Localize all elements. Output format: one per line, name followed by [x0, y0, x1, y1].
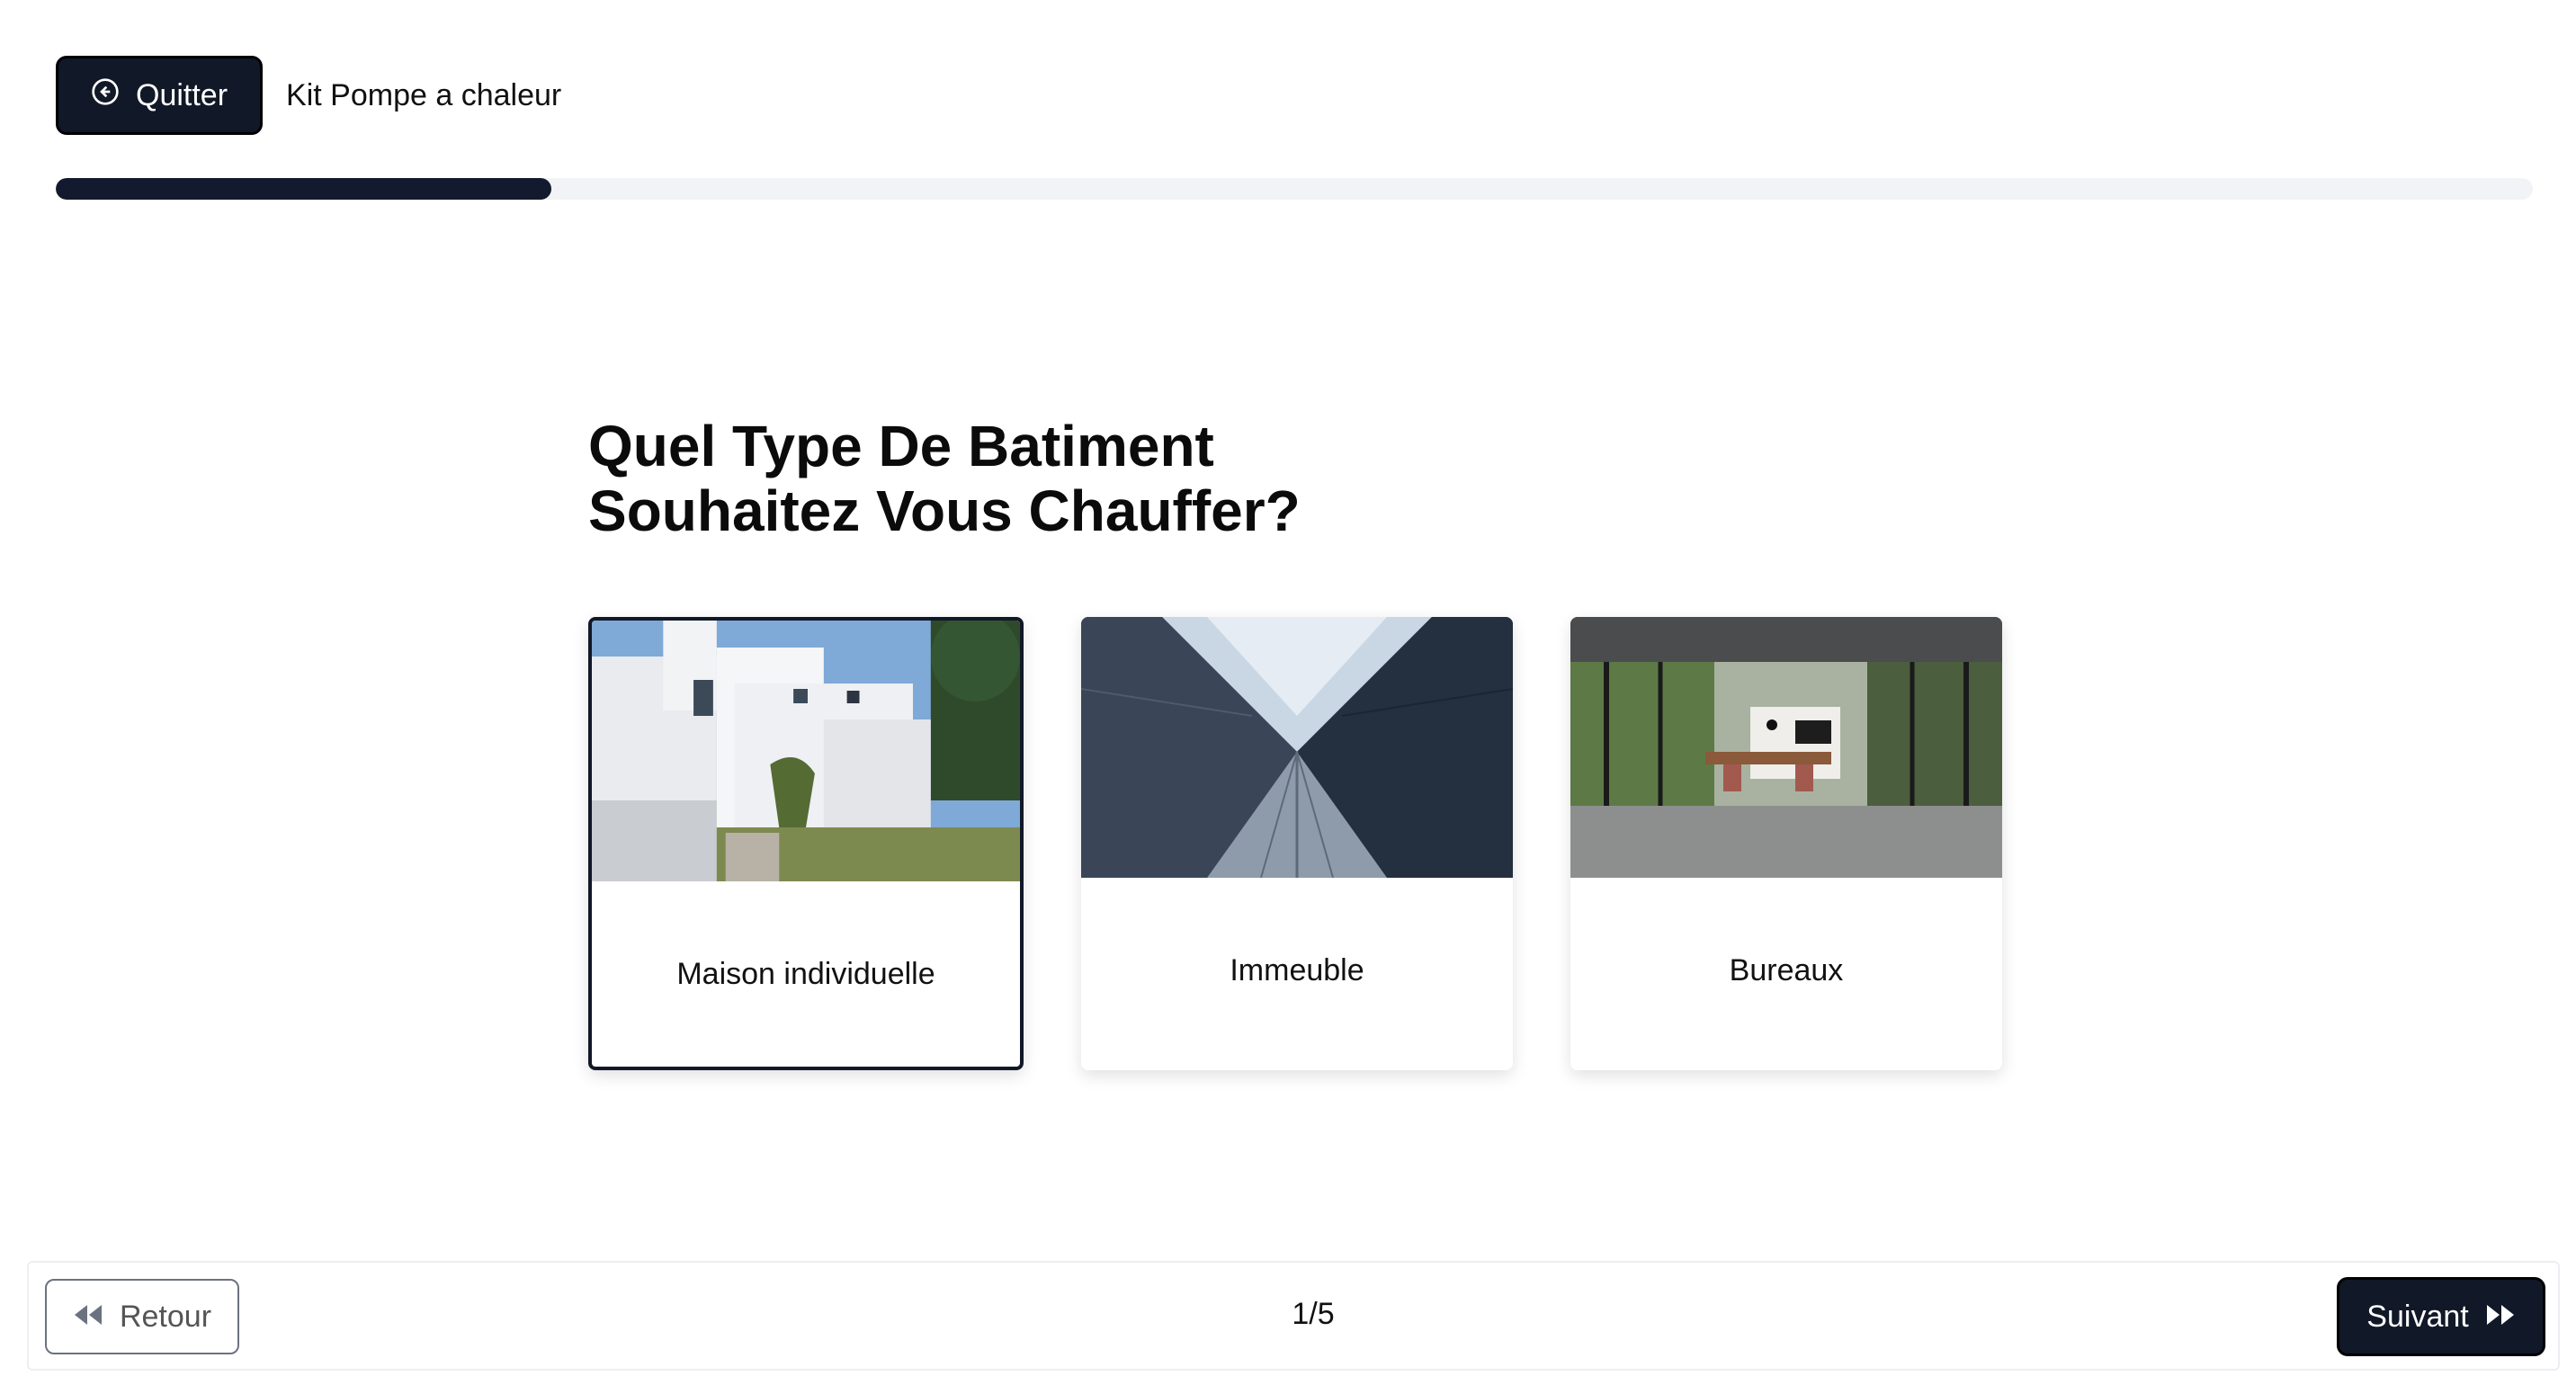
option-label: Bureaux: [1729, 953, 1844, 987]
rewind-icon: [73, 1300, 103, 1335]
option-label: Maison individuelle: [676, 957, 935, 991]
topbar: Quitter Kit Pompe a chaleur: [56, 56, 561, 135]
house-photo: [592, 621, 1020, 881]
kit-title: Kit Pompe a chaleur: [286, 77, 562, 112]
option-card-maison[interactable]: Maison individuelle: [588, 617, 1024, 1070]
next-label: Suivant: [2366, 1299, 2469, 1334]
back-label: Retour: [119, 1299, 212, 1334]
question-title: Quel Type De Batiment Souhaitez Vous Cha…: [588, 414, 1301, 543]
circle-arrow-left-icon: [91, 77, 120, 114]
quit-button[interactable]: Quitter: [56, 56, 264, 135]
footer-nav: Retour 1/5 Suivant: [27, 1261, 2560, 1371]
fast-forward-icon: [2485, 1300, 2516, 1335]
office-photo: [1570, 617, 2002, 878]
next-button[interactable]: Suivant: [2337, 1277, 2545, 1356]
progress-fill: [56, 178, 551, 200]
step-counter: 1/5: [1292, 1297, 1335, 1331]
option-card-immeuble[interactable]: Immeuble: [1081, 617, 1513, 1070]
tower-photo: [1081, 617, 1513, 878]
back-button[interactable]: Retour: [45, 1279, 239, 1354]
quit-label: Quitter: [136, 77, 228, 112]
progress-bar: [56, 178, 2533, 200]
option-label: Immeuble: [1230, 953, 1364, 987]
options-list: Maison individuelle Immeuble Bureaux: [588, 617, 2002, 1070]
option-card-bureaux[interactable]: Bureaux: [1570, 617, 2002, 1070]
